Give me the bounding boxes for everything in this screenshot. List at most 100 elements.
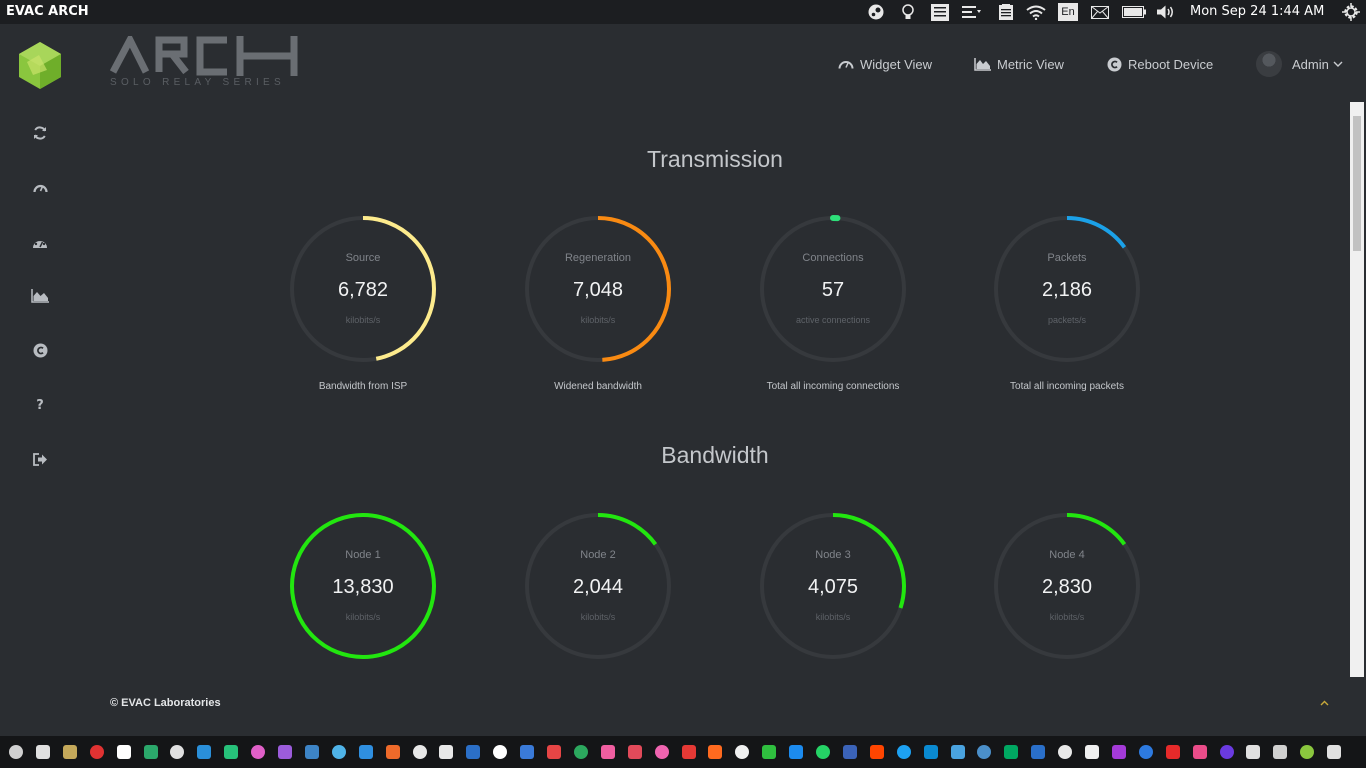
telegram-icon[interactable] xyxy=(143,745,158,759)
bandwidth-title: Bandwidth xyxy=(661,442,769,468)
settings-gear-icon[interactable] xyxy=(1340,2,1362,22)
app-12-icon[interactable] xyxy=(304,745,319,759)
phpstorm-icon[interactable] xyxy=(278,745,292,759)
gauge-packets-caption: Total all incoming packets xyxy=(1010,381,1124,392)
speedometer-icon xyxy=(838,61,854,69)
app-47-icon[interactable] xyxy=(1246,745,1261,759)
app-41-icon[interactable] xyxy=(1085,745,1099,759)
pinterest-icon[interactable] xyxy=(1165,745,1180,759)
app-29-icon[interactable] xyxy=(762,745,777,759)
linkedin-icon[interactable] xyxy=(923,745,938,759)
widget-view-label: Widget View xyxy=(860,56,933,72)
widget-view-link[interactable]: Widget View xyxy=(838,54,932,74)
app-40-icon[interactable] xyxy=(1058,745,1073,759)
gauge-node-2-value: 2,044 xyxy=(572,576,624,598)
app-20-icon[interactable] xyxy=(520,745,535,759)
reboot-device-link[interactable]: Reboot Device xyxy=(1107,54,1213,74)
twitter-icon[interactable] xyxy=(896,745,911,759)
youtube-icon[interactable] xyxy=(681,745,696,759)
dashboard-icon[interactable] xyxy=(28,231,52,255)
dribbble-icon[interactable] xyxy=(1192,745,1207,759)
scrollbar[interactable] xyxy=(1350,102,1364,677)
help-icon[interactable]: ? xyxy=(28,393,52,417)
window-title: EVAC ARCH xyxy=(6,4,89,19)
dev-icon[interactable] xyxy=(1111,745,1126,759)
arch-dashboard: ? SOLO RELAY SERIES Widget View Metric V… xyxy=(0,24,1366,736)
facebook-icon[interactable] xyxy=(842,745,857,759)
pycharm-icon[interactable] xyxy=(224,745,239,759)
box-icon[interactable] xyxy=(358,745,373,759)
gauge-node-4-unit: kilobits/s xyxy=(1049,612,1085,622)
home-icon[interactable] xyxy=(439,745,454,759)
scrollbar-thumb[interactable] xyxy=(1353,116,1361,251)
app-1-icon[interactable] xyxy=(9,745,23,759)
whatsapp-icon[interactable] xyxy=(816,745,830,759)
clipboard-icon[interactable] xyxy=(996,2,1016,22)
reddit-icon[interactable] xyxy=(869,745,884,759)
app-39-icon[interactable] xyxy=(1031,745,1046,759)
clock[interactable]: Mon Sep 24 1:44 AM xyxy=(1190,4,1324,19)
system-top-bar: EVAC ARCH En Mon Sep 24 1:44 AM xyxy=(0,0,1366,24)
gauge-regeneration: Regeneration 7,048 kilobits/s xyxy=(523,214,673,364)
battery-icon[interactable] xyxy=(1121,2,1147,22)
wifi-icon[interactable] xyxy=(1024,2,1048,22)
app-3-icon[interactable] xyxy=(62,745,77,759)
app-22-icon[interactable] xyxy=(573,745,588,759)
area-chart-icon[interactable] xyxy=(28,284,52,308)
jetbrains-icon[interactable] xyxy=(251,745,266,759)
volume-icon[interactable] xyxy=(1155,2,1179,22)
app-37-icon[interactable] xyxy=(977,745,992,759)
hashnode-icon[interactable] xyxy=(1138,745,1153,759)
arch-icon[interactable] xyxy=(1300,745,1315,759)
editor-icon[interactable] xyxy=(170,745,185,759)
gauge-regeneration-value: 7,048 xyxy=(572,279,624,301)
messenger-icon[interactable] xyxy=(789,745,804,759)
github-icon[interactable] xyxy=(493,745,508,759)
copyright-icon[interactable] xyxy=(28,338,52,362)
refresh-icon[interactable] xyxy=(28,121,52,145)
gauge-packets-unit: packets/s xyxy=(1047,315,1087,325)
gauge-connections-value: 57 xyxy=(821,279,845,301)
notes-icon[interactable] xyxy=(930,2,950,22)
gauge-node-2: Node 2 2,044 kilobits/s xyxy=(523,511,673,661)
app-21-icon[interactable] xyxy=(547,745,561,759)
brave-icon[interactable] xyxy=(385,745,400,759)
steam-icon[interactable] xyxy=(866,2,886,22)
app-2-icon[interactable] xyxy=(35,745,50,759)
arch-logo-icon[interactable] xyxy=(19,42,61,93)
admin-menu[interactable]: Admin xyxy=(1292,54,1343,74)
app-50-icon[interactable] xyxy=(1327,745,1342,759)
gauge-connections-label: Connections xyxy=(802,252,864,264)
gauge-node-1-label: Node 1 xyxy=(345,549,381,561)
starbucks-icon[interactable] xyxy=(1004,745,1019,759)
app-13-icon[interactable] xyxy=(331,745,346,759)
mail-icon[interactable] xyxy=(1089,2,1111,22)
gauge-node-4: Node 4 2,830 kilobits/s xyxy=(992,511,1142,661)
app-48-icon[interactable] xyxy=(1273,745,1288,759)
scroll-to-top-icon[interactable] xyxy=(1320,698,1329,709)
soundcloud-icon[interactable] xyxy=(708,745,723,759)
sidebar: ? xyxy=(0,24,80,736)
steam-icon[interactable] xyxy=(735,745,750,759)
app-23-icon[interactable] xyxy=(600,745,615,759)
gauge-regeneration-label: Regeneration xyxy=(564,252,632,264)
menu-icon[interactable] xyxy=(960,2,984,22)
reboot-device-label: Reboot Device xyxy=(1128,56,1214,72)
keyboard-layout-icon[interactable]: En xyxy=(1057,2,1079,22)
avatar[interactable] xyxy=(1256,51,1282,77)
metric-view-link[interactable]: Metric View xyxy=(974,54,1064,74)
webstorm-icon[interactable] xyxy=(197,745,212,759)
app-46-icon[interactable] xyxy=(1219,745,1234,759)
opera-icon[interactable] xyxy=(89,745,104,759)
lightbulb-icon[interactable] xyxy=(898,2,918,22)
admin-label: Admin xyxy=(1292,56,1329,72)
app-16-icon[interactable] xyxy=(412,745,427,759)
app-5-icon[interactable] xyxy=(116,745,131,759)
gauge-connections: Connections 57 active connections xyxy=(758,214,908,364)
pocket-icon[interactable] xyxy=(627,745,642,759)
gauge-node-3-value: 4,075 xyxy=(807,576,859,598)
speedometer-icon[interactable] xyxy=(28,176,52,200)
trello-icon[interactable] xyxy=(466,745,481,759)
app-36-icon[interactable] xyxy=(950,745,965,759)
app-25-icon[interactable] xyxy=(654,745,669,759)
